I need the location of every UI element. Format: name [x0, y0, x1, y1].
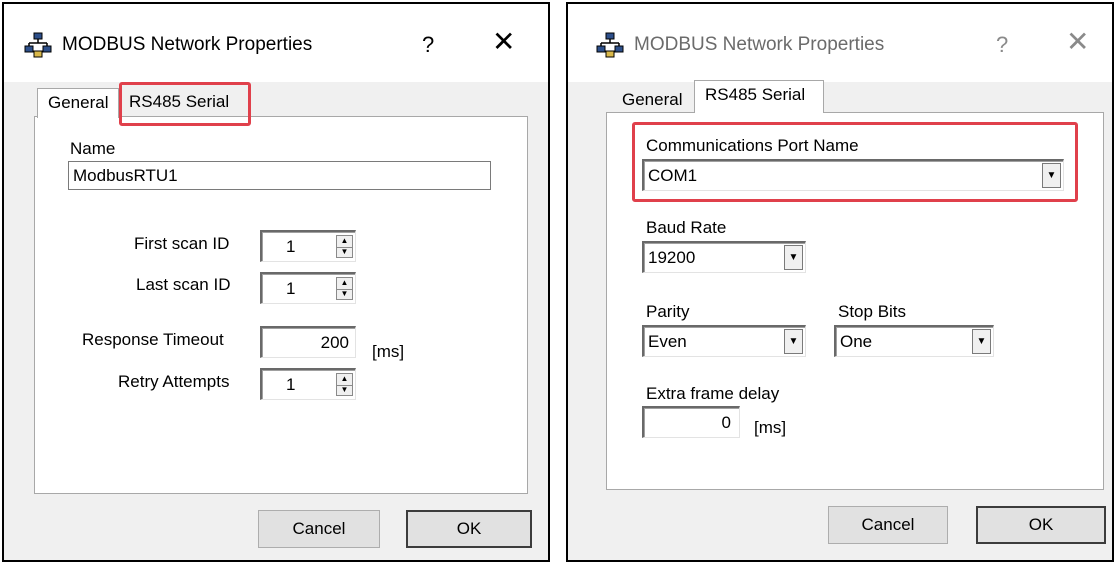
help-button[interactable]: ? — [422, 32, 434, 58]
retry-attempts-label: Retry Attempts — [118, 372, 230, 391]
stop-bits-value: One — [840, 332, 873, 351]
tab-general[interactable]: General — [622, 90, 682, 110]
baud-rate-select[interactable]: 19200 ▼ — [642, 241, 806, 273]
spin-up-down-icon[interactable]: ▲ ▼ — [336, 277, 353, 300]
dropdown-arrow-icon[interactable]: ▼ — [784, 245, 803, 270]
first-scan-id-label: First scan ID — [134, 234, 230, 253]
ok-button[interactable]: OK — [406, 510, 532, 548]
response-timeout-input[interactable]: 200 — [260, 326, 356, 358]
tab-highlight-box — [119, 82, 251, 126]
spin-up-down-icon[interactable]: ▲ ▼ — [336, 373, 353, 396]
close-button[interactable]: ✕ — [1066, 28, 1089, 56]
parity-label: Parity — [646, 302, 690, 321]
dropdown-arrow-icon[interactable]: ▼ — [784, 329, 803, 354]
close-button[interactable]: ✕ — [492, 28, 515, 56]
tab-general-label: General — [622, 90, 683, 109]
extra-frame-delay-label: Extra frame delay — [646, 384, 780, 403]
tab-general-label: General — [48, 93, 109, 112]
cancel-button[interactable]: Cancel — [828, 506, 948, 544]
spin-down-arrow-icon[interactable]: ▼ — [337, 289, 352, 300]
help-button[interactable]: ? — [996, 32, 1008, 58]
spin-down-arrow-icon[interactable]: ▼ — [337, 247, 352, 258]
comm-port-select[interactable]: COM1 ▼ — [642, 159, 1064, 191]
response-timeout-label: Response Timeout — [82, 330, 224, 349]
spin-up-down-icon[interactable]: ▲ ▼ — [336, 235, 353, 258]
stop-bits-label: Stop Bits — [838, 302, 907, 321]
title-bar: MODBUS Network Properties ? ✕ — [4, 4, 548, 82]
dropdown-arrow-icon[interactable]: ▼ — [972, 329, 991, 354]
window-title: MODBUS Network Properties — [634, 34, 885, 55]
first-scan-id-spinner[interactable]: 1 ▲ ▼ — [260, 230, 356, 262]
extra-frame-delay-input[interactable]: 0 — [642, 406, 740, 438]
name-label: Name — [70, 139, 116, 158]
tab-general[interactable]: General — [37, 88, 119, 118]
extra-frame-delay-unit: [ms] — [754, 418, 787, 437]
last-scan-id-spinner[interactable]: 1 ▲ ▼ — [260, 272, 356, 304]
retry-attempts-spinner[interactable]: 1 ▲ ▼ — [260, 368, 356, 400]
dropdown-arrow-icon[interactable]: ▼ — [1042, 163, 1061, 188]
tab-rs485-serial-label: RS485 Serial — [705, 85, 806, 104]
spin-down-arrow-icon[interactable]: ▼ — [337, 385, 352, 396]
ok-button[interactable]: OK — [976, 506, 1106, 544]
stop-bits-select[interactable]: One ▼ — [834, 325, 994, 357]
window-title: MODBUS Network Properties — [62, 34, 313, 55]
comm-port-value: COM1 — [648, 166, 698, 185]
last-scan-id-label: Last scan ID — [136, 275, 231, 294]
title-bar: MODBUS Network Properties ? ✕ — [568, 4, 1112, 82]
last-scan-id-value: 1 — [286, 279, 296, 298]
right-dialog: MODBUS Network Properties ? ✕ General RS… — [566, 2, 1114, 562]
name-input[interactable]: ModbusRTU1 — [68, 161, 491, 190]
comm-port-label: Communications Port Name — [646, 136, 859, 155]
cancel-button[interactable]: Cancel — [258, 510, 380, 548]
response-timeout-value: 200 — [320, 333, 349, 352]
baud-rate-value: 19200 — [648, 248, 696, 267]
network-tree-icon — [24, 32, 52, 58]
response-timeout-unit: [ms] — [372, 342, 405, 361]
baud-rate-label: Baud Rate — [646, 218, 727, 237]
retry-attempts-value: 1 — [286, 375, 296, 394]
first-scan-id-value: 1 — [286, 237, 296, 256]
left-dialog: MODBUS Network Properties ? ✕ General RS… — [2, 2, 550, 562]
tab-rs485-serial[interactable]: RS485 Serial — [694, 80, 824, 113]
parity-select[interactable]: Even ▼ — [642, 325, 806, 357]
parity-value: Even — [648, 332, 687, 351]
network-tree-icon — [596, 32, 624, 58]
extra-frame-delay-value: 0 — [721, 413, 731, 432]
